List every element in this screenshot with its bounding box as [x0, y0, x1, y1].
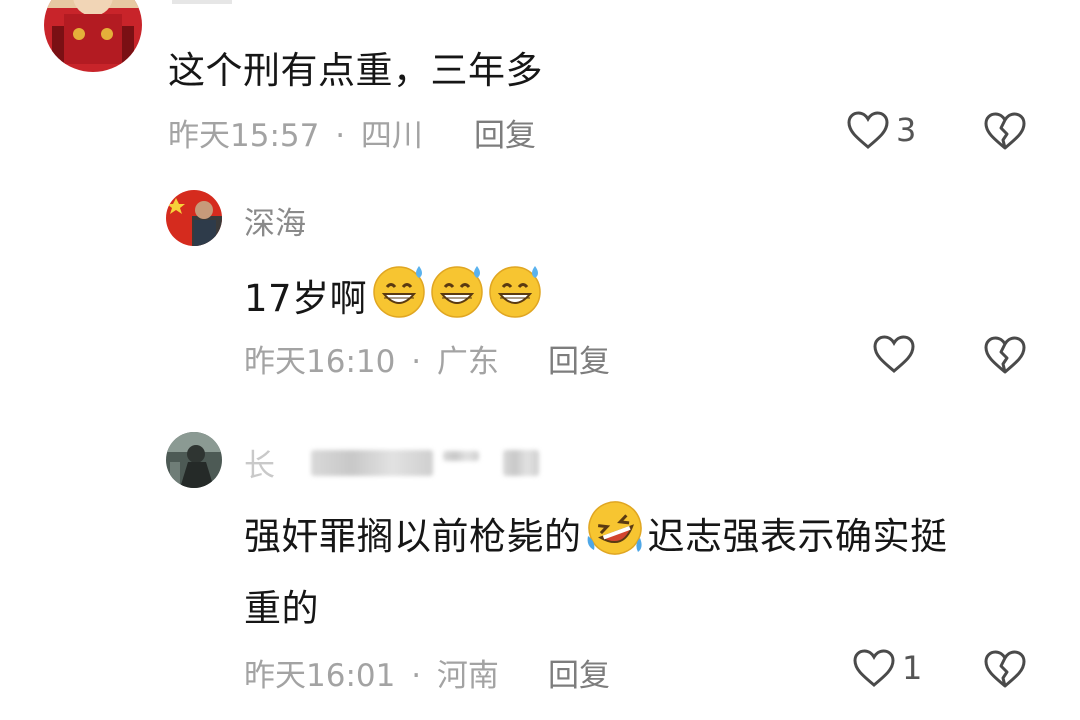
heart-outline-icon [852, 648, 896, 688]
reply1-author[interactable]: 深海 [244, 198, 306, 243]
comment1-avatar[interactable] [44, 0, 142, 72]
reply2-time: 昨天16:01 [244, 658, 396, 694]
reply2-like-button[interactable]: 1 [852, 648, 922, 688]
heart-outline-icon [846, 110, 890, 150]
comment1-text: 这个刑有点重，三年多 [168, 49, 543, 92]
reply1-text: 17岁啊 [244, 276, 368, 320]
reply2-author-blurred [443, 450, 479, 461]
meta-separator: · [411, 344, 422, 380]
reply2-text-part1: 强奸罪搁以前枪毙的 [244, 514, 582, 558]
comment1-author-hint [172, 0, 232, 4]
reply2-text-line1: 强奸罪搁以前枪毙的 迟志强表示确实挺 [244, 498, 948, 567]
reply1-avatar[interactable] [166, 190, 222, 246]
reply1-meta: 昨天16:10 · 广东 [244, 336, 499, 381]
broken-heart-icon [984, 650, 1026, 688]
comment1-like-count: 3 [896, 111, 917, 149]
reply1-location: 广东 [436, 344, 499, 380]
reply2-avatar[interactable] [166, 432, 222, 488]
comment1-dislike-button[interactable] [982, 110, 1028, 152]
reply1-text-line: 17岁啊 [244, 262, 545, 327]
comment1-like-button[interactable]: 3 [846, 110, 916, 150]
reply2-reply-button[interactable]: 回复 [548, 650, 610, 695]
grin-sweat-emoji [429, 262, 487, 327]
grin-sweat-emoji [371, 262, 429, 327]
broken-heart-icon [984, 112, 1026, 150]
grin-sweat-emoji [487, 262, 545, 327]
reply2-author-blurred [311, 449, 433, 476]
meta-separator: · [335, 118, 346, 154]
comment1-reply-button[interactable]: 回复 [474, 110, 536, 155]
reply2-like-count: 1 [902, 649, 923, 687]
reply2-location: 河南 [436, 658, 499, 694]
comment1-location: 四川 [360, 118, 423, 154]
reply2-text-line2: 重的 [244, 587, 319, 630]
reply1-reply-button[interactable]: 回复 [548, 336, 610, 381]
reply2-dislike-button[interactable] [982, 648, 1028, 690]
reply1-like-button[interactable] [872, 334, 922, 374]
meta-separator: · [411, 658, 422, 694]
comment1-time: 昨天15:57 [168, 118, 320, 154]
reply2-author[interactable]: 长 [244, 440, 539, 485]
reply2-author-visible: 长 [244, 448, 275, 484]
comment1-meta: 昨天15:57 · 四川 [168, 110, 423, 155]
heart-outline-icon [872, 334, 916, 374]
broken-heart-icon [984, 336, 1026, 374]
reply1-dislike-button[interactable] [982, 334, 1028, 376]
reply2-text-part2: 迟志强表示确实挺 [647, 514, 948, 558]
reply2-author-blurred [503, 449, 539, 476]
rolling-laugh-emoji [584, 498, 646, 567]
reply2-meta: 昨天16:01 · 河南 [244, 650, 499, 695]
reply1-time: 昨天16:10 [244, 344, 396, 380]
